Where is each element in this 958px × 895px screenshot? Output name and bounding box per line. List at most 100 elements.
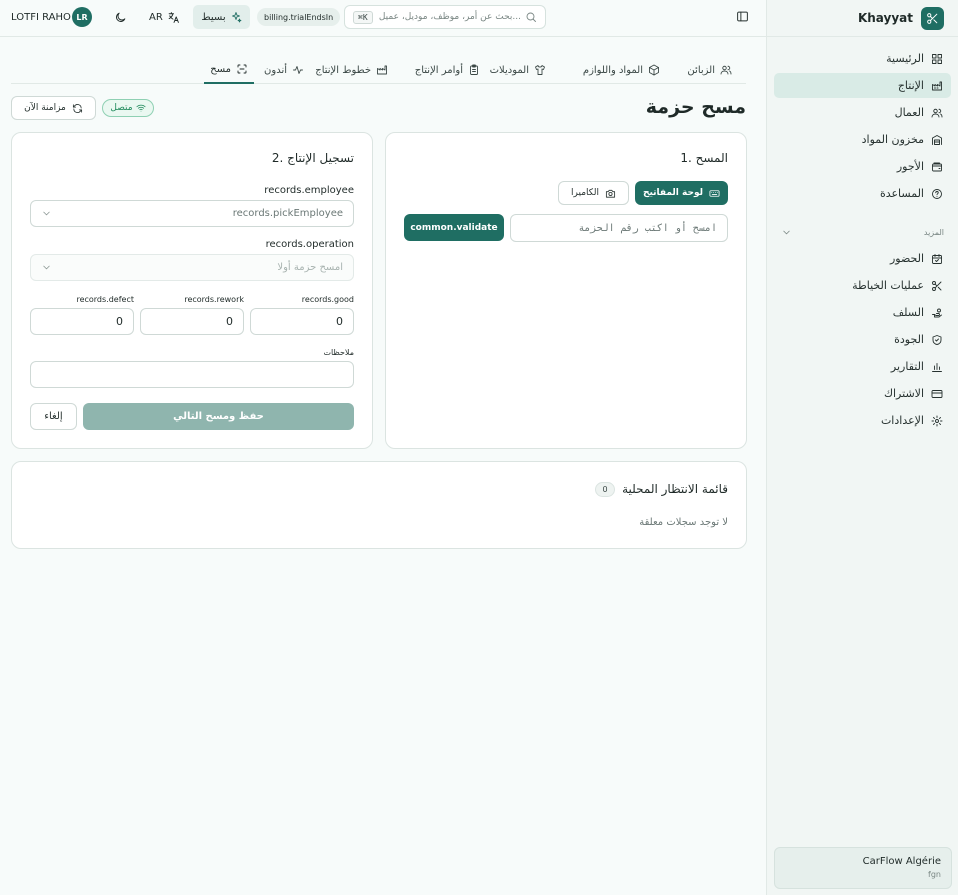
status-label: متصل: [110, 103, 133, 113]
tab-label: خطوط الإنتاج: [315, 64, 371, 76]
hand-coins-icon: [931, 307, 943, 319]
chevron-down-icon: [781, 227, 792, 238]
sidebar-item-label: المساعدة: [879, 187, 924, 200]
sidebar-item-reports[interactable]: التقارير: [774, 354, 951, 379]
search-box[interactable]: ⌘K بحث عن أمر، موظف، موديل، عميل...: [344, 5, 546, 29]
tab-label: المواد واللوازم: [582, 64, 643, 76]
trial-badge[interactable]: billing.trialEndsIn: [257, 8, 341, 26]
sidebar-item-quality[interactable]: الجودة: [774, 327, 951, 352]
sidebar-item-wages[interactable]: الأجور: [774, 154, 951, 179]
defect-qty-input[interactable]: 0: [30, 308, 134, 335]
sidebar-item-attendance[interactable]: الحضور: [774, 246, 951, 271]
operation-select[interactable]: امسح حزمة أولا: [30, 254, 354, 281]
avatar[interactable]: LR: [72, 7, 92, 27]
gear-icon: [931, 415, 943, 427]
tab-scan[interactable]: مسح: [204, 56, 254, 84]
sidebar-item-label: مخزون المواد: [861, 133, 924, 146]
mode-toggle-button[interactable]: بسيط: [193, 5, 250, 29]
sidebar-item-advances[interactable]: السلف: [774, 300, 951, 325]
tab-materials[interactable]: المواد واللوازم: [577, 56, 666, 84]
production-tabs: الزبائن المواد واللوازم الموديلات أوامر …: [11, 56, 746, 84]
sidebar-item-label: السلف: [892, 306, 924, 319]
calendar-check-icon: [931, 253, 943, 265]
search-input[interactable]: بحث عن أمر، موظف، موديل، عميل...: [379, 11, 537, 23]
box-icon: [648, 64, 660, 76]
language-label: AR: [149, 11, 163, 23]
tab-customers[interactable]: الزبائن: [681, 56, 738, 84]
org-switcher[interactable]: CarFlow Algérie fgn: [774, 847, 952, 889]
operation-select-value: امسح حزمة أولا: [277, 262, 343, 273]
operation-label: records.operation: [265, 239, 354, 250]
users-icon: [931, 107, 943, 119]
bundle-code-placeholder: امسح أو اكتب رقم الحزمة: [578, 222, 717, 234]
validate-button[interactable]: common.validate: [404, 214, 504, 241]
tab-production-orders[interactable]: أوامر الإنتاج: [409, 56, 486, 84]
sidebar-item-label: الاشتراك: [883, 387, 924, 400]
sidebar-nav: الرئيسية الإنتاج العمال مخزون المواد الأ…: [767, 37, 958, 206]
queue-count-badge: 0: [595, 482, 615, 497]
keyboard-mode-button[interactable]: لوحة المفاتيح: [635, 181, 728, 205]
queue-empty-text: لا توجد سجلات معلقة: [639, 517, 728, 528]
users-icon: [720, 64, 732, 76]
tab-label: مسح: [210, 63, 231, 75]
save-and-next-button[interactable]: حفظ ومسح التالي: [83, 403, 354, 430]
sidebar-item-workers[interactable]: العمال: [774, 100, 951, 125]
sidebar-item-label: التقارير: [890, 360, 924, 373]
credit-card-icon: [931, 388, 943, 400]
panel-toggle-button[interactable]: [736, 10, 749, 23]
employee-select[interactable]: records.pickEmployee: [30, 200, 354, 227]
rework-qty-input[interactable]: 0: [140, 308, 244, 335]
mode-label: بسيط: [201, 11, 226, 23]
sync-now-button[interactable]: مزامنة الآن: [11, 96, 96, 120]
sidebar: Khayyat الرئيسية الإنتاج العمال مخزون ال…: [766, 0, 958, 895]
activity-icon: [292, 64, 304, 76]
sidebar-item-label: العمال: [894, 106, 924, 119]
keyboard-mode-label: لوحة المفاتيح: [643, 188, 703, 198]
sidebar-item-label: الإعدادات: [880, 414, 924, 427]
bar-chart-icon: [931, 361, 943, 373]
sidebar-item-label: الأجور: [896, 160, 924, 173]
search-shortcut: ⌘K: [353, 10, 373, 24]
camera-mode-label: الكاميرا: [571, 188, 599, 198]
employee-select-value: records.pickEmployee: [232, 208, 343, 219]
tab-andon[interactable]: أندون: [258, 56, 310, 84]
cancel-button[interactable]: إلغاء: [30, 403, 77, 430]
sidebar-item-sewing-ops[interactable]: عمليات الخياطة: [774, 273, 951, 298]
sidebar-item-subscription[interactable]: الاشتراك: [774, 381, 951, 406]
notes-label: ملاحظات: [323, 348, 354, 357]
notes-input[interactable]: [30, 361, 354, 388]
tab-production-lines[interactable]: خطوط الإنتاج: [309, 56, 394, 84]
sidebar-item-help[interactable]: المساعدة: [774, 181, 951, 206]
rework-qty-label: records.rework: [184, 295, 244, 304]
scan-card: 1. المسح لوحة المفاتيح الكاميرا امسح أو …: [385, 132, 747, 449]
defect-qty-label: records.defect: [76, 295, 134, 304]
chevron-down-icon: [41, 262, 52, 273]
search-icon: [525, 11, 537, 23]
topbar: LOTFI RAHO LR AR بسيط billing.trialEndsI…: [0, 0, 766, 37]
local-queue-card: قائمة الانتظار المحلية 0 لا توجد سجلات م…: [11, 461, 747, 549]
sidebar-item-home[interactable]: الرئيسية: [774, 46, 951, 71]
camera-mode-button[interactable]: الكاميرا: [558, 181, 629, 205]
shirt-icon: [534, 64, 546, 76]
brand[interactable]: Khayyat: [767, 0, 958, 37]
chevron-down-icon: [41, 208, 52, 219]
sidebar-item-label: الجودة: [894, 333, 924, 346]
sidebar-item-production[interactable]: الإنتاج: [774, 73, 951, 98]
dashboard-icon: [931, 53, 943, 65]
factory-icon: [931, 80, 943, 92]
bundle-code-input[interactable]: امسح أو اكتب رقم الحزمة: [510, 214, 728, 242]
language-switcher[interactable]: AR: [149, 5, 180, 29]
tab-label: الزبائن: [687, 64, 715, 76]
sidebar-item-settings[interactable]: الإعدادات: [774, 408, 951, 433]
good-qty-input[interactable]: 0: [250, 308, 354, 335]
sidebar-more-toggle[interactable]: المزيد: [767, 222, 958, 242]
app-name: Khayyat: [857, 11, 913, 25]
warehouse-icon: [931, 134, 943, 146]
queue-title: قائمة الانتظار المحلية: [622, 482, 728, 496]
user-name: LOTFI RAHO: [11, 11, 71, 23]
theme-toggle[interactable]: [112, 5, 128, 29]
tab-models[interactable]: الموديلات: [484, 56, 552, 84]
sidebar-more-nav: الحضور عمليات الخياطة السلف الجودة التقا…: [767, 242, 958, 433]
record-card-title: 2. تسجيل الإنتاج: [271, 151, 354, 165]
sidebar-item-inventory[interactable]: مخزون المواد: [774, 127, 951, 152]
